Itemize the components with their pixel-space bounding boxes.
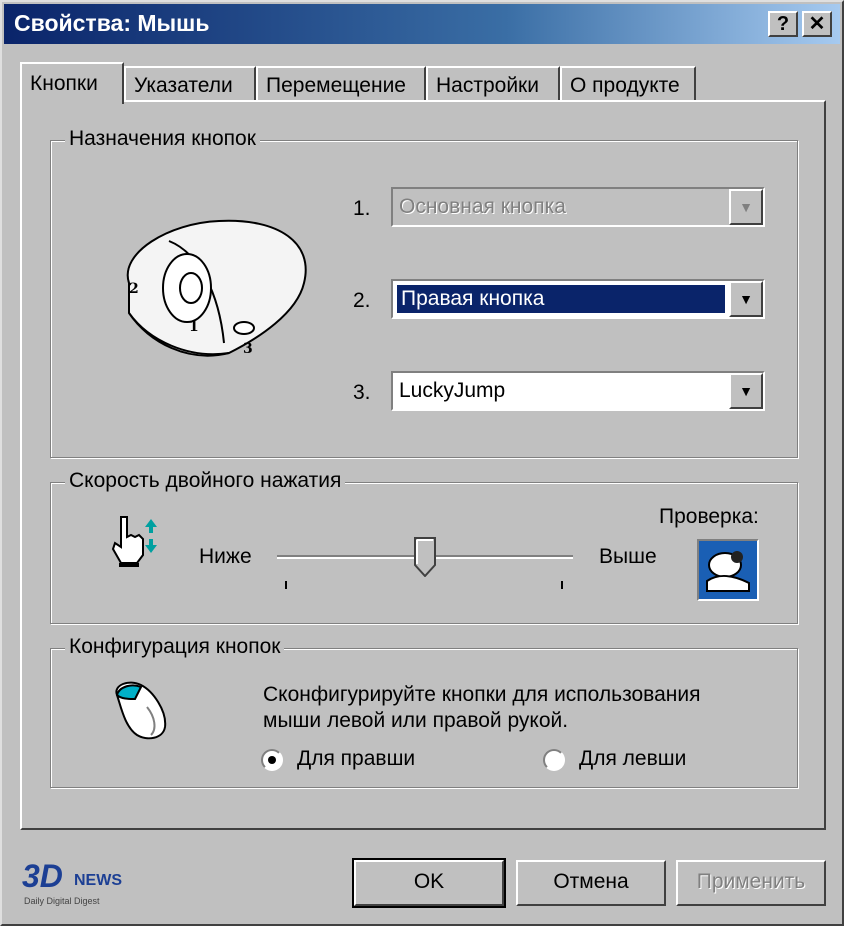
- cancel-button[interactable]: Отмена: [516, 860, 666, 906]
- button-3-select[interactable]: LuckyJump ▼: [391, 371, 765, 411]
- right-hand-label[interactable]: Для правши: [297, 747, 415, 771]
- configuration-description-line1: Сконфигурируйте кнопки для использования: [263, 683, 701, 706]
- slider-tick: [285, 581, 287, 589]
- left-hand-label[interactable]: Для левши: [579, 747, 686, 771]
- close-button[interactable]: ✕: [802, 11, 832, 37]
- slider-tick: [561, 581, 563, 589]
- speed-high-label: Выше: [599, 545, 657, 568]
- pointing-hand-icon: [111, 516, 157, 567]
- jack-in-box-icon: [706, 551, 750, 592]
- help-button[interactable]: ?: [768, 11, 798, 37]
- tab-about[interactable]: О продукте: [560, 66, 696, 102]
- button-assignment-group: Назначения кнопок 2 1 3 1. Основная кноп…: [50, 127, 798, 458]
- ok-button[interactable]: OK: [352, 858, 506, 908]
- tab-pointers[interactable]: Указатели: [124, 66, 256, 102]
- mouse-label-3: 3: [243, 341, 253, 357]
- chevron-down-icon[interactable]: ▼: [729, 189, 763, 225]
- logo-news: NEWS: [74, 872, 122, 889]
- speed-low-label: Ниже: [199, 545, 252, 568]
- double-click-speed-label: Скорость двойного нажатия: [65, 469, 346, 493]
- button-configuration-label: Конфигурация кнопок: [65, 635, 285, 659]
- double-click-speed-group: Скорость двойного нажатия Ниже Выше Пров…: [50, 469, 798, 624]
- button-1-select[interactable]: Основная кнопка ▼: [391, 187, 765, 227]
- assignment-number-1: 1.: [353, 197, 371, 220]
- mouse-label-1: 1: [189, 319, 199, 335]
- mouse-config-icon: [115, 681, 167, 740]
- speed-slider[interactable]: [277, 537, 573, 591]
- button-2-select[interactable]: Правая кнопка ▼: [391, 279, 765, 319]
- button-2-value: Правая кнопка: [397, 285, 725, 313]
- assignment-number-2: 2.: [353, 289, 371, 312]
- window-title: Свойства: Мышь: [14, 10, 210, 36]
- tab-settings[interactable]: Настройки: [426, 66, 560, 102]
- right-hand-radio[interactable]: [261, 749, 283, 771]
- mouse-properties-window: Свойства: Мышь ? ✕ Кнопки Указатели Пере…: [0, 0, 844, 926]
- tab-buttons[interactable]: Кнопки: [20, 62, 124, 104]
- chevron-down-icon[interactable]: ▼: [729, 281, 763, 317]
- left-hand-radio[interactable]: [543, 749, 565, 771]
- tab-panel: Назначения кнопок 2 1 3 1. Основная кноп…: [20, 100, 826, 830]
- configuration-description-line2: мыши левой или правой рукой.: [263, 709, 569, 732]
- assignment-number-3: 3.: [353, 381, 371, 404]
- test-area-label: Проверка:: [659, 505, 759, 528]
- button-configuration-group: Конфигурация кнопок Сконфигурируйте кноп…: [50, 635, 798, 788]
- logo-3d: 3D: [22, 858, 63, 894]
- mouse-diagram-icon: 2 1 3: [126, 219, 307, 357]
- radio-selected-dot: [268, 756, 276, 764]
- button-1-value: Основная кнопка: [399, 195, 566, 218]
- slider-thumb[interactable]: [414, 537, 436, 577]
- 3dnews-logo: 3D NEWS Daily Digital Digest: [22, 858, 152, 912]
- test-area-jack-in-box[interactable]: [697, 539, 759, 601]
- mouse-label-2: 2: [129, 281, 139, 297]
- button-3-value: LuckyJump: [399, 379, 506, 402]
- apply-button[interactable]: Применить: [676, 860, 826, 906]
- chevron-down-icon[interactable]: ▼: [729, 373, 763, 409]
- button-assignment-label: Назначения кнопок: [65, 127, 260, 151]
- tab-motion[interactable]: Перемещение: [256, 66, 426, 102]
- logo-tagline: Daily Digital Digest: [24, 896, 100, 906]
- title-bar[interactable]: Свойства: Мышь ? ✕: [4, 4, 840, 44]
